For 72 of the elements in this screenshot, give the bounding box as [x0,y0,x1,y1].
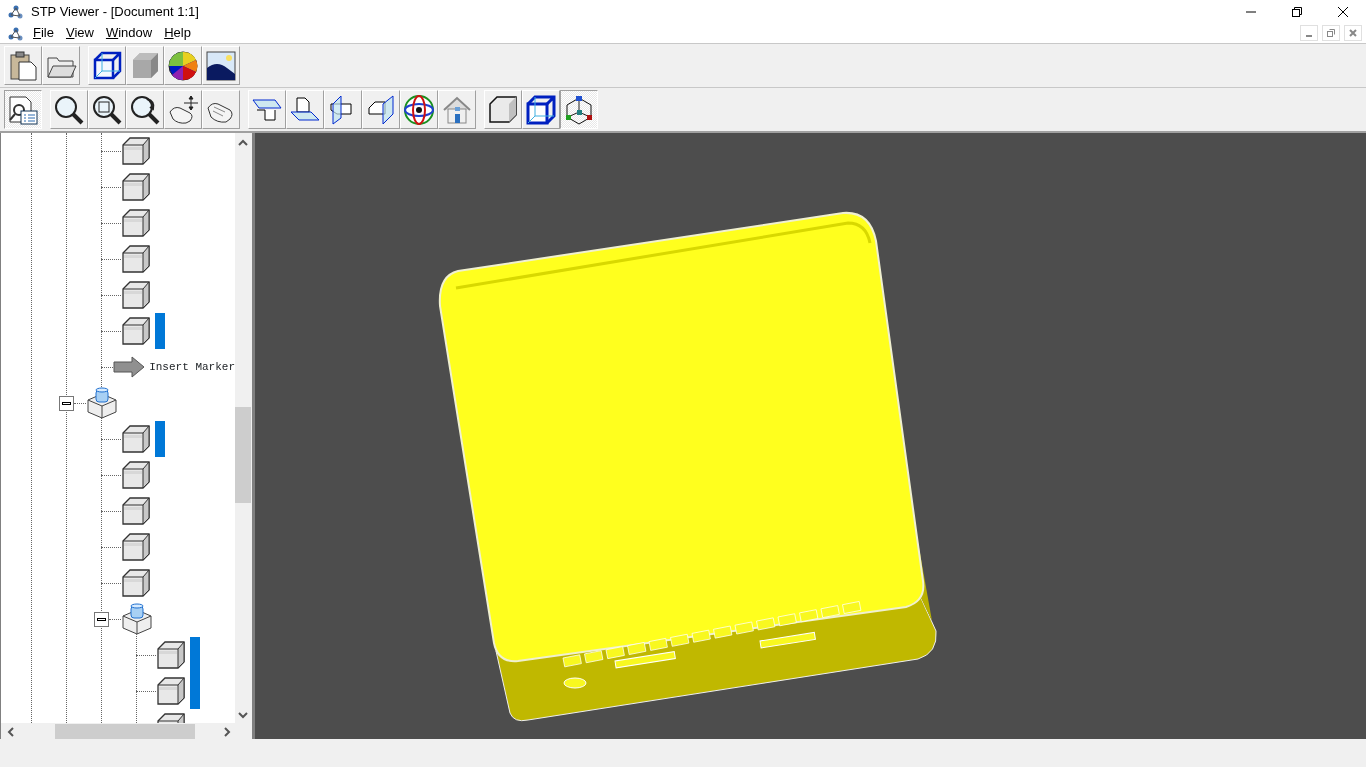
part-cube-icon[interactable] [121,496,151,526]
shaded-cube-icon [487,93,519,126]
zoom-window-icon [91,93,123,126]
collapse-toggle[interactable] [94,611,109,627]
shaded-cube-button[interactable] [484,90,522,129]
minimize-button[interactable] [1300,25,1318,41]
app-icon [8,4,23,19]
assembly-icon[interactable] [121,602,153,636]
hand-move-button[interactable] [164,90,202,129]
scroll-thumb[interactable] [55,724,195,739]
back-view-icon [365,93,397,126]
close-icon [1337,5,1349,18]
window-title: STP Viewer - [Document 1:1] [31,2,199,21]
paste-icon [7,49,39,82]
scroll-right-icon[interactable] [223,727,231,737]
arrow-icon[interactable] [113,355,146,379]
tree-label[interactable]: Insert Marker [149,358,235,376]
close-button[interactable] [1344,25,1362,41]
part-cube-icon[interactable] [121,424,151,454]
hand-button[interactable] [202,90,240,129]
part-cube-icon[interactable] [156,676,186,706]
paste-button[interactable] [4,46,42,85]
part-cube-icon[interactable] [121,280,151,310]
axes-icon [563,93,595,126]
side-view-button[interactable] [324,90,362,129]
front-view-button[interactable] [286,90,324,129]
part-cube-icon[interactable] [121,172,151,202]
zoom-back-icon [129,93,161,126]
part-cube-icon[interactable] [121,532,151,562]
part-cube-icon[interactable] [121,208,151,238]
part-cube-icon[interactable] [121,568,151,598]
background-image-button[interactable] [202,46,240,85]
background-image-icon [205,49,237,82]
zoom-icon [53,93,85,126]
wireframe-cube-icon [525,93,557,126]
zoom-window-button[interactable] [88,90,126,129]
zoom-back-button[interactable] [126,90,164,129]
menu-item[interactable]: Help [158,23,197,43]
tree-view-button[interactable] [4,90,42,129]
restore-icon [1326,28,1336,38]
globe-icon [403,93,435,126]
scroll-down-icon[interactable] [238,711,248,719]
tree-view-icon [7,93,39,126]
restore-icon [1291,5,1303,18]
document-icon [8,25,23,41]
back-view-button[interactable] [362,90,400,129]
part-cube-icon[interactable] [121,460,151,490]
scroll-thumb[interactable] [235,407,251,503]
part-cube-icon[interactable] [121,244,151,274]
close-icon [1348,28,1358,38]
part-cube-icon[interactable] [156,640,186,670]
wireframe-cube-button[interactable] [88,46,126,85]
color-wheel-button[interactable] [164,46,202,85]
wireframe-cube-button[interactable] [522,90,560,129]
home-button[interactable] [438,90,476,129]
menu-item[interactable]: File [27,23,60,43]
wireframe-cube-icon [91,49,123,82]
scroll-up-icon[interactable] [238,139,248,147]
top-view-button[interactable] [248,90,286,129]
part-cube-icon[interactable] [121,136,151,166]
menu-item[interactable]: Window [99,23,159,43]
part-cube-icon[interactable] [121,316,151,346]
color-wheel-icon [167,49,199,82]
globe-button[interactable] [400,90,438,129]
axes-button[interactable] [560,90,598,129]
menu-item[interactable]: View [59,23,100,43]
minimize-icon [1306,35,1312,37]
scroll-left-icon[interactable] [7,727,15,737]
collapse-toggle[interactable] [59,395,74,411]
zoom-button[interactable] [50,90,88,129]
assembly-icon[interactable] [86,386,118,420]
folder-button[interactable] [42,46,80,85]
